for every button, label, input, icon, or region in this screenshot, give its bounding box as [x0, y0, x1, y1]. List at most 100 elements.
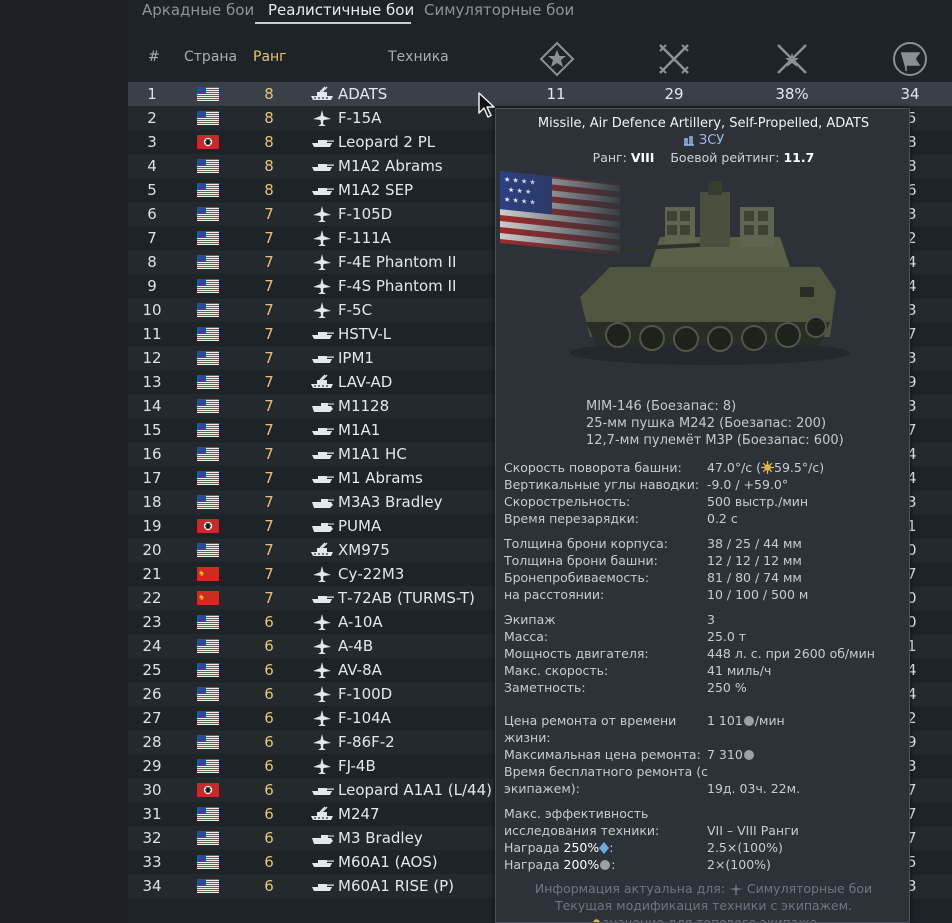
- row-rank: 7: [264, 325, 274, 343]
- tank-icon: [312, 164, 334, 171]
- stat-eff-value: VII – VIII Ранги: [707, 823, 799, 838]
- usa-flag-icon: [197, 759, 219, 773]
- win-rate-icon[interactable]: [774, 41, 810, 77]
- row-number: 9: [147, 277, 157, 295]
- row-rank: 8: [264, 181, 274, 199]
- research-points-icon: [599, 842, 610, 854]
- vehicle-name: M1A1 HC: [338, 445, 407, 463]
- tab-realistic[interactable]: Реалистичные бои: [268, 1, 414, 19]
- stat-value: 34: [900, 85, 920, 103]
- armament-1: MIM-146 (Боезапас: 8): [586, 399, 737, 414]
- row-rank: 7: [264, 445, 274, 463]
- top-crew-icon: [761, 461, 775, 474]
- tank-icon: [312, 188, 334, 195]
- active-tab-underline: [255, 22, 411, 24]
- stat-power-label: Мощность двигателя:: [504, 646, 649, 661]
- vehicle-name: Leopard A1A1 (L/44): [338, 781, 492, 799]
- usa-flag-icon: [197, 159, 219, 173]
- row-rank: 6: [264, 685, 274, 703]
- tooltip-footer-mode: Информация актуальна для: Симуляторные б…: [534, 881, 873, 896]
- usa-flag-icon: [197, 615, 219, 629]
- row-number: 18: [142, 493, 162, 511]
- row-rank: 6: [264, 661, 274, 679]
- stat-value: 38%: [775, 85, 809, 103]
- table-row[interactable]: 1 8 ADATS 11 29 38% 34: [128, 82, 952, 106]
- row-number: 19: [142, 517, 162, 535]
- usa-flag-icon: [197, 87, 219, 101]
- vehicle-name: M1A2 SEP: [338, 181, 414, 199]
- vehicle-name: AV-8A: [338, 661, 382, 679]
- vehicle-name: F-100D: [338, 685, 393, 703]
- stat-speed-value: 41 миль/ч: [707, 663, 772, 678]
- stat-value: 11: [546, 85, 566, 103]
- ifv-icon: [312, 403, 334, 412]
- row-number: 31: [142, 805, 162, 823]
- spaa-icon: [311, 86, 333, 100]
- tank-icon: [312, 860, 334, 867]
- tank-icon: [312, 884, 334, 891]
- stat-turret-label: Скорость поворота башни:: [504, 460, 682, 475]
- vehicle-name: M1A1: [338, 421, 381, 439]
- table-header: # Страна Ранг Техника: [128, 40, 952, 78]
- row-rank: 7: [264, 565, 274, 583]
- row-rank: 7: [264, 421, 274, 439]
- stat-vert-value: -9.0 / +59.0°: [707, 477, 789, 492]
- stat-reward-sl-label: Награда 200%:: [504, 857, 616, 872]
- top-crew-icon: [592, 919, 600, 922]
- germany-flag-icon: [197, 135, 219, 149]
- usa-flag-icon: [197, 447, 219, 461]
- vehicle-name: M247: [338, 805, 380, 823]
- header-rank[interactable]: Ранг: [253, 49, 287, 65]
- row-number: 16: [142, 445, 162, 463]
- stat-pen-label: Бронепробиваемость:: [504, 570, 650, 585]
- spaa-class-icon: [683, 136, 694, 146]
- tooltip-class: ЗСУ: [496, 133, 909, 148]
- row-number: 28: [142, 733, 162, 751]
- usa-flag-icon: [197, 735, 219, 749]
- ussr-flag-icon: [197, 591, 219, 605]
- vehicle-name: F-86F-2: [338, 733, 395, 751]
- vehicle-name: F-15A: [338, 109, 382, 127]
- battles-icon[interactable]: [539, 41, 575, 77]
- row-number: 32: [142, 829, 162, 847]
- header-num[interactable]: #: [148, 49, 160, 65]
- vehicle-name: M1 Abrams: [338, 469, 423, 487]
- tab-simulator[interactable]: Симуляторные бои: [424, 1, 574, 19]
- vehicle-name: FJ-4B: [338, 757, 376, 775]
- ifv-icon: [312, 523, 334, 532]
- row-rank: 7: [264, 541, 274, 559]
- row-rank: 6: [264, 733, 274, 751]
- usa-flag-icon: [197, 351, 219, 365]
- ifv-icon: [312, 835, 334, 844]
- usa-flag-image: ★ ★ ★ ★★ ★ ★★ ★ ★ ★: [500, 167, 630, 271]
- usa-flag-icon: [197, 831, 219, 845]
- tab-arcade[interactable]: Аркадные бои: [142, 1, 254, 19]
- ussr-flag-icon: [197, 567, 219, 581]
- header-vehicle[interactable]: Техника: [388, 49, 449, 65]
- stat-rof-value: 500 выстр./мин: [707, 494, 809, 509]
- vehicle-name: Leopard 2 PL: [338, 133, 436, 151]
- vehicle-name: M1A2 Abrams: [338, 157, 443, 175]
- vehicle-name: M1128: [338, 397, 390, 415]
- tank-icon: [312, 332, 334, 339]
- usa-flag-icon: [197, 279, 219, 293]
- usa-flag-icon: [197, 423, 219, 437]
- row-rank: 6: [264, 877, 274, 895]
- row-rank: 7: [264, 253, 274, 271]
- kills-icon[interactable]: [656, 41, 692, 77]
- tank-icon: [312, 596, 334, 603]
- tooltip-title: Missile, Air Defence Artillery, Self-Pro…: [537, 116, 870, 131]
- row-number: 7: [147, 229, 157, 247]
- mode-tabs: Аркадные бои Реалистичные бои Симуляторн…: [128, 0, 952, 24]
- row-number: 13: [142, 373, 162, 391]
- row-rank: 8: [264, 157, 274, 175]
- flag-icon[interactable]: [892, 41, 928, 77]
- header-country[interactable]: Страна: [184, 49, 237, 65]
- stat-eff-label-1: Макс. эффективность: [504, 806, 649, 821]
- vehicle-name: M60A1 RISE (P): [338, 877, 454, 895]
- silver-lions-icon: [743, 750, 754, 760]
- stat-speed-label: Макс. скорость:: [504, 663, 609, 678]
- jet-icon: [313, 734, 331, 750]
- vehicle-name: A-4B: [338, 637, 374, 655]
- usa-flag-icon: [197, 255, 219, 269]
